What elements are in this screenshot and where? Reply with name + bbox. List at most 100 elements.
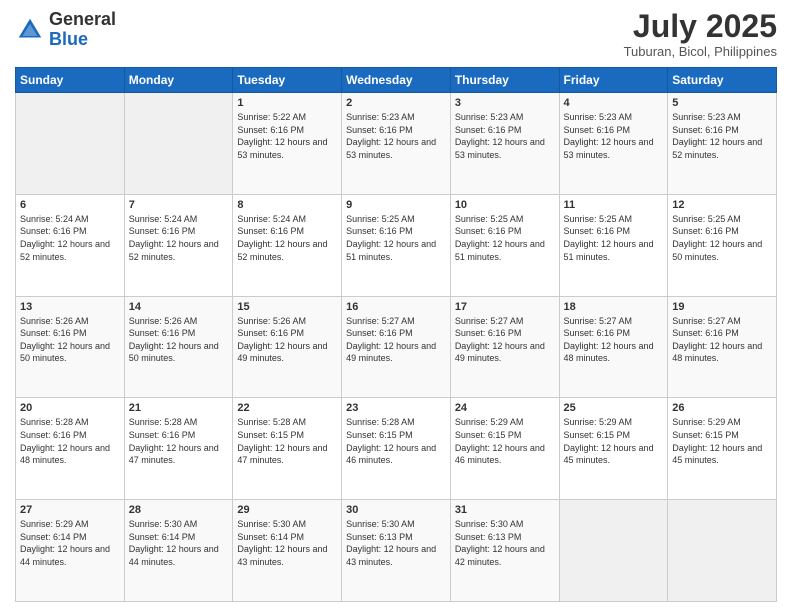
day-info: Sunrise: 5:25 AM Sunset: 6:16 PM Dayligh… [672,213,772,263]
calendar: SundayMondayTuesdayWednesdayThursdayFrid… [15,67,777,602]
day-number: 7 [129,199,229,211]
day-cell [16,93,125,195]
day-cell: 14 Sunrise: 5:26 AM Sunset: 6:16 PM Dayli… [124,296,233,398]
day-number: 29 [237,504,337,516]
day-info: Sunrise: 5:25 AM Sunset: 6:16 PM Dayligh… [564,213,664,263]
day-info: Sunrise: 5:23 AM Sunset: 6:16 PM Dayligh… [346,111,446,161]
day-cell: 31 Sunrise: 5:30 AM Sunset: 6:13 PM Dayli… [450,500,559,602]
day-number: 12 [672,199,772,211]
day-cell: 26Sunrise: 5:29 AM Sunset: 6:15 PM Dayli… [668,398,777,500]
month-year: July 2025 [624,10,777,42]
day-cell: 1Sunrise: 5:22 AM Sunset: 6:16 PM Daylig… [233,93,342,195]
day-info: Sunrise: 5:26 AM Sunset: 6:16 PM Dayligh… [129,315,229,365]
day-info: Sunrise: 5:28 AM Sunset: 6:16 PM Dayligh… [20,416,120,466]
day-number: 18 [564,301,664,313]
day-number: 22 [237,402,337,414]
day-info: Sunrise: 5:24 AM Sunset: 6:16 PM Dayligh… [129,213,229,263]
day-cell: 8 Sunrise: 5:24 AM Sunset: 6:16 PM Daylig… [233,194,342,296]
day-info: Sunrise: 5:26 AM Sunset: 6:16 PM Dayligh… [20,315,120,365]
logo-text: General Blue [49,10,116,50]
day-info: Sunrise: 5:30 AM Sunset: 6:14 PM Dayligh… [237,518,337,568]
day-info: Sunrise: 5:24 AM Sunset: 6:16 PM Dayligh… [20,213,120,263]
day-info: Sunrise: 5:22 AM Sunset: 6:16 PM Dayligh… [237,111,337,161]
day-number: 13 [20,301,120,313]
day-number: 30 [346,504,446,516]
day-number: 23 [346,402,446,414]
day-cell: 18Sunrise: 5:27 AM Sunset: 6:16 PM Dayli… [559,296,668,398]
day-number: 26 [672,402,772,414]
day-info: Sunrise: 5:28 AM Sunset: 6:15 PM Dayligh… [237,416,337,466]
day-cell: 20 Sunrise: 5:28 AM Sunset: 6:16 PM Dayli… [16,398,125,500]
day-info: Sunrise: 5:29 AM Sunset: 6:15 PM Dayligh… [455,416,555,466]
day-number: 31 [455,504,555,516]
day-cell: 13 Sunrise: 5:26 AM Sunset: 6:16 PM Dayli… [16,296,125,398]
day-number: 28 [129,504,229,516]
day-cell: 22 Sunrise: 5:28 AM Sunset: 6:15 PM Dayli… [233,398,342,500]
day-info: Sunrise: 5:29 AM Sunset: 6:15 PM Dayligh… [564,416,664,466]
day-number: 6 [20,199,120,211]
day-info: Sunrise: 5:28 AM Sunset: 6:15 PM Dayligh… [346,416,446,466]
location: Tuburan, Bicol, Philippines [624,44,777,59]
day-number: 25 [564,402,664,414]
day-info: Sunrise: 5:30 AM Sunset: 6:13 PM Dayligh… [346,518,446,568]
week-row-2: 6 Sunrise: 5:24 AM Sunset: 6:16 PM Daylig… [16,194,777,296]
day-info: Sunrise: 5:23 AM Sunset: 6:16 PM Dayligh… [672,111,772,161]
day-header-monday: Monday [124,68,233,93]
day-header-wednesday: Wednesday [342,68,451,93]
day-cell: 9 Sunrise: 5:25 AM Sunset: 6:16 PM Daylig… [342,194,451,296]
day-info: Sunrise: 5:28 AM Sunset: 6:16 PM Dayligh… [129,416,229,466]
day-header-friday: Friday [559,68,668,93]
day-cell: 30 Sunrise: 5:30 AM Sunset: 6:13 PM Dayli… [342,500,451,602]
day-number: 21 [129,402,229,414]
day-cell: 23 Sunrise: 5:28 AM Sunset: 6:15 PM Dayli… [342,398,451,500]
day-cell: 6 Sunrise: 5:24 AM Sunset: 6:16 PM Daylig… [16,194,125,296]
day-cell [668,500,777,602]
day-cell: 10Sunrise: 5:25 AM Sunset: 6:16 PM Dayli… [450,194,559,296]
day-cell: 28 Sunrise: 5:30 AM Sunset: 6:14 PM Dayli… [124,500,233,602]
day-cell: 25 Sunrise: 5:29 AM Sunset: 6:15 PM Dayli… [559,398,668,500]
calendar-header-row: SundayMondayTuesdayWednesdayThursdayFrid… [16,68,777,93]
day-number: 4 [564,97,664,109]
day-cell: 27 Sunrise: 5:29 AM Sunset: 6:14 PM Dayli… [16,500,125,602]
day-info: Sunrise: 5:29 AM Sunset: 6:14 PM Dayligh… [20,518,120,568]
day-cell: 24 Sunrise: 5:29 AM Sunset: 6:15 PM Dayli… [450,398,559,500]
day-info: Sunrise: 5:27 AM Sunset: 6:16 PM Dayligh… [672,315,772,365]
day-number: 3 [455,97,555,109]
day-cell: 2 Sunrise: 5:23 AM Sunset: 6:16 PM Daylig… [342,93,451,195]
day-cell: 17Sunrise: 5:27 AM Sunset: 6:16 PM Dayli… [450,296,559,398]
day-number: 14 [129,301,229,313]
day-cell: 29 Sunrise: 5:30 AM Sunset: 6:14 PM Dayli… [233,500,342,602]
day-cell: 3Sunrise: 5:23 AM Sunset: 6:16 PM Daylig… [450,93,559,195]
week-row-4: 20 Sunrise: 5:28 AM Sunset: 6:16 PM Dayli… [16,398,777,500]
day-cell: 11Sunrise: 5:25 AM Sunset: 6:16 PM Dayli… [559,194,668,296]
day-cell: 5 Sunrise: 5:23 AM Sunset: 6:16 PM Daylig… [668,93,777,195]
day-cell: 12 Sunrise: 5:25 AM Sunset: 6:16 PM Dayli… [668,194,777,296]
day-info: Sunrise: 5:25 AM Sunset: 6:16 PM Dayligh… [455,213,555,263]
day-number: 27 [20,504,120,516]
week-row-5: 27 Sunrise: 5:29 AM Sunset: 6:14 PM Dayli… [16,500,777,602]
day-info: Sunrise: 5:30 AM Sunset: 6:13 PM Dayligh… [455,518,555,568]
logo-icon [15,15,45,45]
day-number: 15 [237,301,337,313]
day-info: Sunrise: 5:23 AM Sunset: 6:16 PM Dayligh… [564,111,664,161]
day-info: Sunrise: 5:30 AM Sunset: 6:14 PM Dayligh… [129,518,229,568]
day-number: 8 [237,199,337,211]
day-number: 2 [346,97,446,109]
day-cell [124,93,233,195]
day-cell: 19Sunrise: 5:27 AM Sunset: 6:16 PM Dayli… [668,296,777,398]
day-info: Sunrise: 5:25 AM Sunset: 6:16 PM Dayligh… [346,213,446,263]
day-cell: 21 Sunrise: 5:28 AM Sunset: 6:16 PM Dayli… [124,398,233,500]
page-header: General Blue July 2025 Tuburan, Bicol, P… [15,10,777,59]
day-header-tuesday: Tuesday [233,68,342,93]
title-block: July 2025 Tuburan, Bicol, Philippines [624,10,777,59]
day-cell [559,500,668,602]
day-info: Sunrise: 5:24 AM Sunset: 6:16 PM Dayligh… [237,213,337,263]
day-number: 20 [20,402,120,414]
day-number: 16 [346,301,446,313]
day-cell: 7 Sunrise: 5:24 AM Sunset: 6:16 PM Daylig… [124,194,233,296]
day-info: Sunrise: 5:26 AM Sunset: 6:16 PM Dayligh… [237,315,337,365]
day-info: Sunrise: 5:27 AM Sunset: 6:16 PM Dayligh… [455,315,555,365]
day-number: 5 [672,97,772,109]
day-number: 9 [346,199,446,211]
day-number: 24 [455,402,555,414]
